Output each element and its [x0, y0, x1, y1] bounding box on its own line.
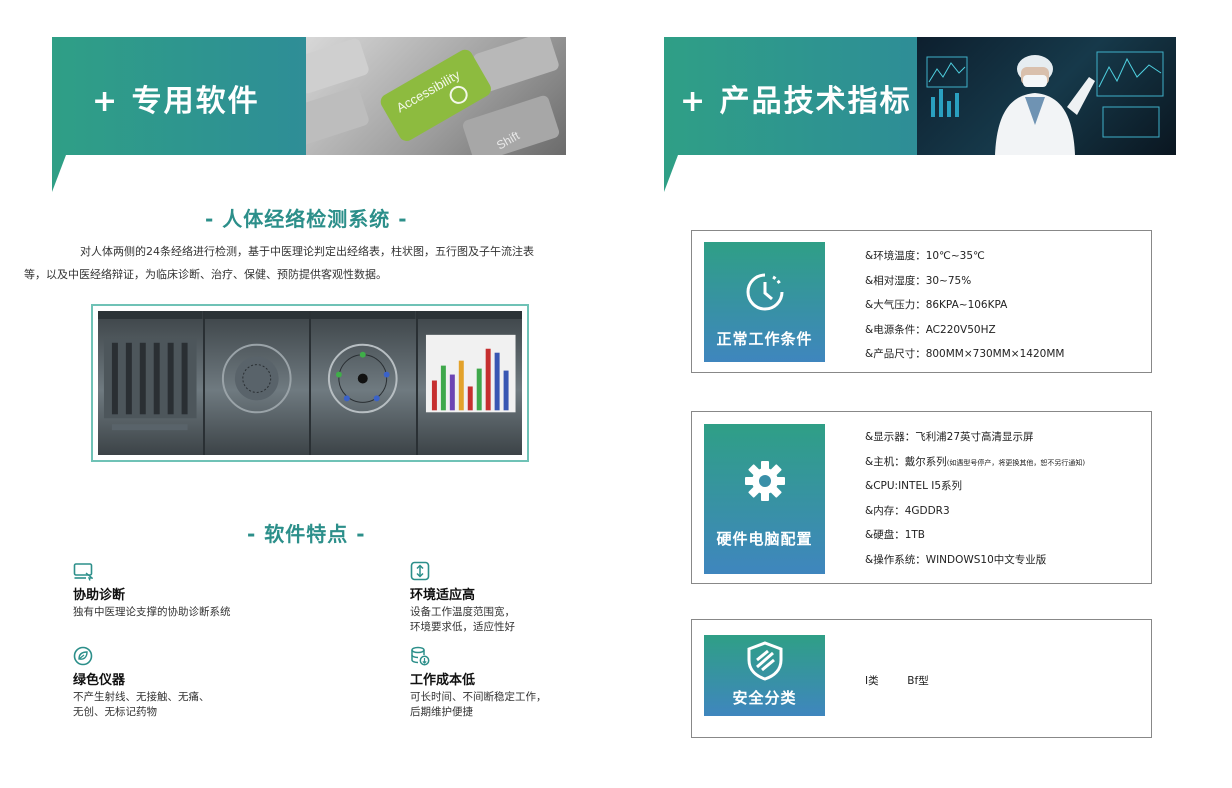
features-title: - 软件特点 -: [247, 522, 366, 546]
spec-item: &显示器：飞利浦27英寸高清显示屏: [865, 431, 1034, 443]
software-screenshots: [91, 304, 529, 462]
system-title: - 人体经络检测系统 -: [205, 207, 408, 231]
feature-title: 工作成本低: [410, 673, 476, 688]
leaf-circle-icon: [73, 646, 93, 666]
intro-line-2: 等，以及中医经络辩证，为临床诊断、治疗、保健、预防提供客观性数据。: [24, 268, 387, 281]
badge-hardware-config: 硬件电脑配置: [704, 424, 825, 574]
intro-line-1: 对人体两侧的24条经络进行检测，基于中医理论判定出经络表，柱状图，五行图及子午流…: [80, 245, 534, 258]
database-download-icon: [410, 646, 430, 666]
feature-desc-line: 独有中医理论支撑的协助诊断系统: [73, 606, 231, 618]
spec-item: &相对湿度：30~75%: [865, 274, 972, 287]
spec-item: &内存：4GDDR3: [865, 504, 950, 517]
screenshot-bar-chart: [417, 311, 522, 455]
screenshot-ziwu-chart: [204, 311, 309, 455]
safety-values: I类 Bf型: [865, 673, 929, 688]
spec-item: &大气压力：86KPA~106KPA: [865, 299, 1008, 311]
clock-icon: [704, 270, 825, 318]
feature-title: 绿色仪器: [73, 673, 126, 688]
spec-item-host: &主机：戴尔系列: [865, 455, 947, 468]
feature-desc-line: 设备工作温度范围宽，: [410, 606, 515, 618]
screenshot-meridian-table: [98, 311, 203, 455]
feature-desc-line: 无创、无标记药物: [73, 706, 157, 718]
badge-label: 正常工作条件: [716, 330, 813, 348]
right-banner-title: + 产品技术指标: [680, 84, 912, 119]
spec-item: &操作系统：WINDOWS10中文专业版: [865, 553, 1047, 566]
feature-green: 绿色仪器 不产生射线、无接触、无痛、 无创、无标记药物: [73, 646, 210, 720]
feature-low-cost: 工作成本低 可长时间、不间断稳定工作， 后期维护便捷: [410, 646, 547, 720]
feature-desc-line: 后期维护便捷: [410, 706, 473, 718]
badge-safety-class: 安全分类: [704, 635, 825, 716]
gear-icon: [704, 458, 825, 508]
monitor-cursor-icon: [73, 561, 94, 581]
shield-icon: [704, 641, 825, 685]
feature-desc-line: 可长时间、不间断稳定工作，: [410, 691, 547, 703]
spec-item: &环境温度：10℃~35℃: [865, 250, 985, 262]
card-working-conditions: 正常工作条件 &环境温度：10℃~35℃ &相对湿度：30~75% &大气压力：…: [691, 230, 1152, 373]
card-safety-class: 安全分类 I类 Bf型: [691, 619, 1152, 738]
left-banner-title: + 专用软件: [92, 84, 260, 119]
spec-list: &显示器：飞利浦27英寸高清显示屏 &主机：戴尔系列(如遇型号停产，将更换其他，…: [865, 429, 1085, 576]
card-hardware-config: 硬件电脑配置 &显示器：飞利浦27英寸高清显示屏 &主机：戴尔系列(如遇型号停产…: [691, 411, 1152, 584]
vertical-arrows-icon: [410, 561, 430, 581]
spec-item: &电源条件：AC220V50HZ: [865, 323, 996, 336]
spec-item: &硬盘：1TB: [865, 529, 925, 541]
feature-desc-line: 环境要求低，适应性好: [410, 621, 515, 633]
badge-label: 安全分类: [732, 689, 797, 707]
screenshot-five-elements: [311, 311, 416, 455]
left-banner-tail: [52, 155, 66, 192]
spec-item: &CPU:INTEL I5系列: [865, 480, 963, 492]
host-note: (如遇型号停产，将更换其他，恕不另行通知): [946, 458, 1086, 467]
feature-title: 环境适应高: [410, 588, 476, 603]
spec-list: &环境温度：10℃~35℃ &相对湿度：30~75% &大气压力：86KPA~1…: [865, 248, 1064, 371]
feature-desc-line: 不产生射线、无接触、无痛、: [73, 691, 210, 703]
feature-adaptability: 环境适应高 设备工作温度范围宽， 环境要求低，适应性好: [410, 561, 515, 635]
spec-item: &主机：戴尔系列(如遇型号停产，将更换其他，恕不另行通知): [865, 454, 1085, 479]
feature-diagnosis: 协助诊断 独有中医理论支撑的协助诊断系统: [73, 561, 231, 620]
badge-working-conditions: 正常工作条件: [704, 242, 825, 362]
doctor-photo: [917, 37, 1176, 155]
keyboard-photo: Accessibility Shift: [306, 37, 566, 155]
intro-paragraph: 对人体两侧的24条经络进行检测，基于中医理论判定出经络表，柱状图，五行图及子午流…: [24, 240, 572, 286]
right-banner-tail: [664, 155, 678, 192]
spec-item: &产品尺寸：800MM×730MM×1420MM: [865, 348, 1065, 360]
badge-label: 硬件电脑配置: [716, 530, 813, 548]
safety-class-b: Bf型: [907, 675, 929, 687]
safety-class-a: I类: [865, 675, 879, 687]
feature-title: 协助诊断: [73, 588, 126, 603]
